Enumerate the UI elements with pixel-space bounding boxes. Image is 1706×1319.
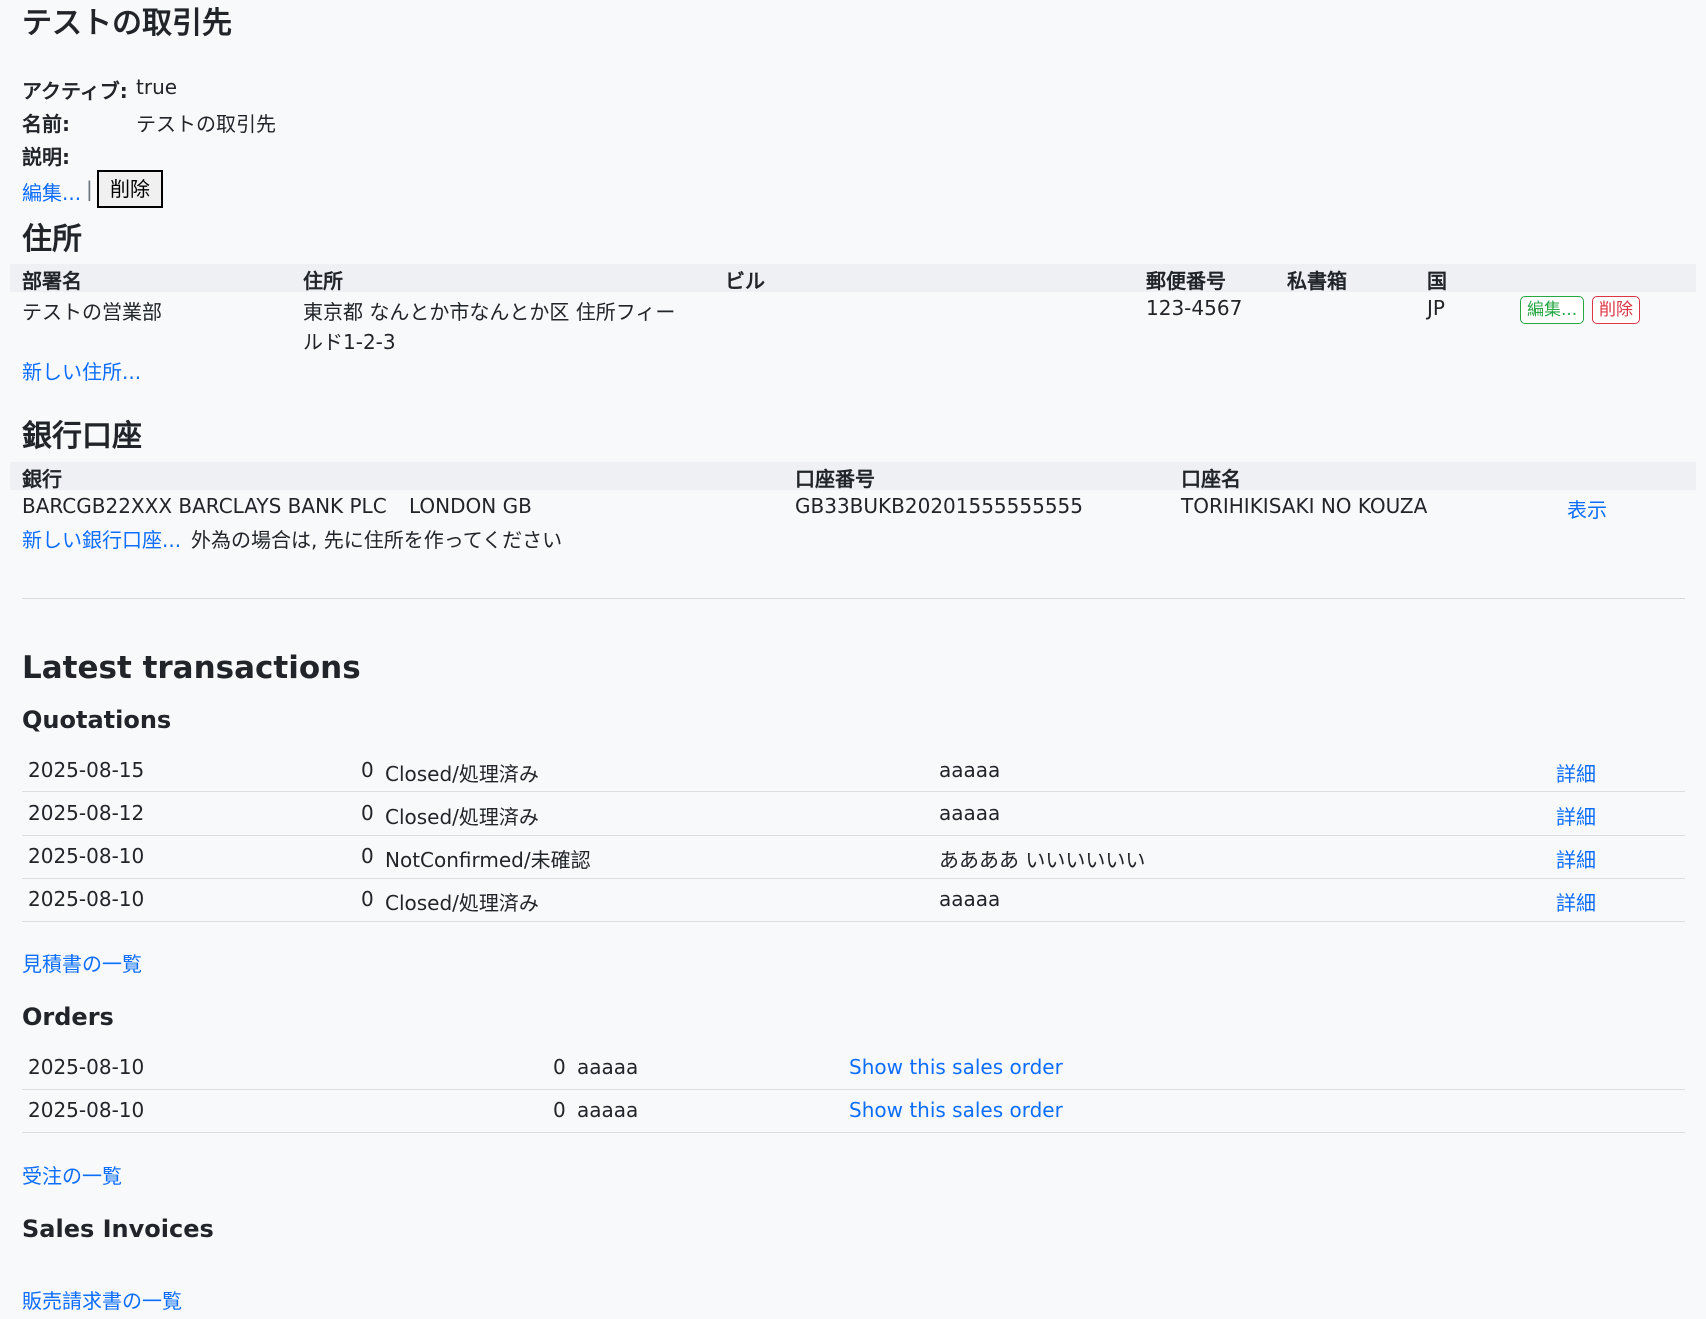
account-name: TORIHIKISAKI NO KOUZA [1181,494,1428,518]
bank-name: BARCGB22XXX BARCLAYS BANK PLC [22,494,387,518]
col-account-name: 口座名 [1181,467,1241,491]
description-label: 説明: [22,145,70,169]
bank-account-note: 外為の場合は, 先に住所を作ってください [191,528,563,552]
quotation-amount: 0 [361,758,374,782]
separator: | [86,177,93,201]
address-postal-code: 123-4567 [1146,296,1243,320]
delete-address-button[interactable]: 削除 [1592,296,1640,324]
edit-address-button[interactable]: 編集... [1520,296,1585,324]
order-subject: aaaaa [577,1055,639,1079]
addresses-heading: 住所 [22,222,82,257]
bank-location: LONDON GB [409,494,532,518]
show-sales-order-link[interactable]: Show this sales order [849,1098,1063,1122]
quotation-detail-link[interactable]: 詳細 [1556,844,1596,873]
quotation-status: Closed/処理済み [385,891,539,915]
quotation-subject: aaaaa [939,758,1001,782]
divider [22,598,1685,599]
active-label: アクティブ: [22,79,128,103]
order-date: 2025-08-10 [28,1055,145,1079]
row-divider [22,921,1685,922]
order-amount: 0 [553,1055,566,1079]
sales-invoices-heading: Sales Invoices [22,1215,214,1243]
order-date: 2025-08-10 [28,1098,145,1122]
col-address: 住所 [303,269,343,293]
quotation-amount: 0 [361,801,374,825]
col-department: 部署名 [22,269,82,293]
page-title: テストの取引先 [22,6,232,41]
quotation-date: 2025-08-12 [28,801,145,825]
edit-partner-link[interactable]: 編集... [22,177,81,206]
col-building: ビル [725,269,765,293]
quotation-status: Closed/処理済み [385,805,539,829]
quotation-subject: aaaaa [939,887,1001,911]
quotation-status: NotConfirmed/未確認 [385,848,591,872]
row-divider [22,1132,1685,1133]
row-divider [22,878,1685,879]
row-divider [22,1089,1685,1090]
col-bank: 銀行 [22,467,62,491]
account-number: GB33BUKB20201555555555 [795,494,1084,518]
address-line2: ルド1-2-3 [303,330,396,354]
new-bank-account-link[interactable]: 新しい銀行口座... [22,524,181,553]
quotation-detail-link[interactable]: 詳細 [1556,887,1596,916]
delete-partner-button[interactable]: 削除 [97,170,163,208]
quotations-list-link[interactable]: 見積書の一覧 [22,948,142,977]
quotation-detail-link[interactable]: 詳細 [1556,801,1596,830]
bank-accounts-heading: 銀行口座 [22,419,142,454]
quotation-date: 2025-08-15 [28,758,145,782]
quotation-date: 2025-08-10 [28,887,145,911]
name-value: テストの取引先 [136,112,276,136]
show-bank-account-link[interactable]: 表示 [1567,494,1607,523]
row-divider [22,791,1685,792]
row-divider [22,835,1685,836]
quotation-subject: aaaaa [939,801,1001,825]
address-department: テストの営業部 [22,300,162,324]
col-account-number: 口座番号 [795,467,875,491]
quotation-detail-link[interactable]: 詳細 [1556,758,1596,787]
col-country: 国 [1427,269,1447,293]
order-subject: aaaaa [577,1098,639,1122]
quotations-heading: Quotations [22,706,172,734]
sales-invoices-list-link[interactable]: 販売請求書の一覧 [22,1285,182,1314]
address-line1: 東京都 なんとか市なんとか区 住所フィー [303,300,676,324]
active-value: true [136,75,178,99]
orders-list-link[interactable]: 受注の一覧 [22,1160,122,1189]
address-country: JP [1427,296,1445,320]
order-amount: 0 [553,1098,566,1122]
latest-transactions-heading: Latest transactions [22,650,361,686]
quotation-date: 2025-08-10 [28,844,145,868]
quotation-amount: 0 [361,844,374,868]
col-po-box: 私書箱 [1287,269,1347,293]
new-address-link[interactable]: 新しい住所... [22,356,141,385]
quotation-status: Closed/処理済み [385,762,539,786]
col-postal-code: 郵便番号 [1146,269,1226,293]
quotation-amount: 0 [361,887,374,911]
quotation-subject: ああああ いいいいいい [939,848,1146,872]
show-sales-order-link[interactable]: Show this sales order [849,1055,1063,1079]
orders-heading: Orders [22,1003,114,1031]
name-label: 名前: [22,112,70,136]
